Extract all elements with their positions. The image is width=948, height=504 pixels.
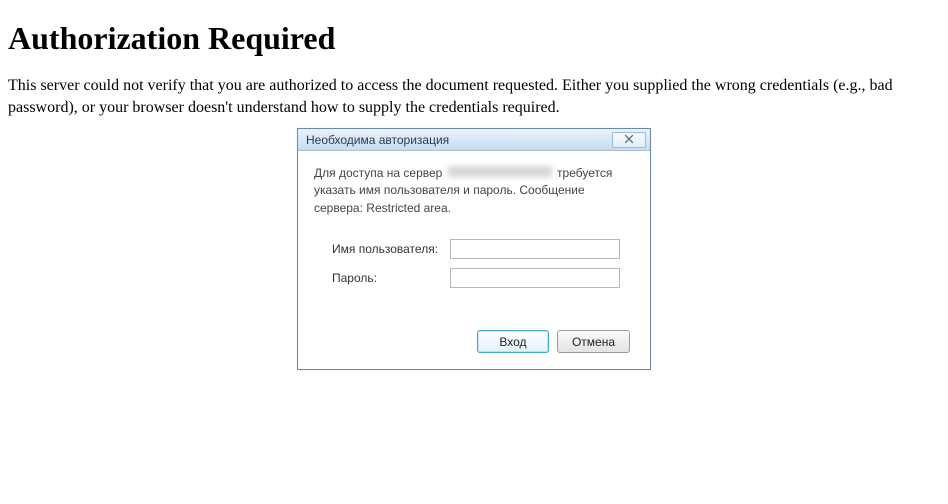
dialog-message: Для доступа на сервер требуется указать …: [314, 165, 634, 217]
cancel-button[interactable]: Отмена: [557, 330, 630, 353]
dialog-footer: Вход Отмена: [314, 330, 634, 353]
username-row: Имя пользователя:: [314, 239, 634, 259]
password-row: Пароль:: [314, 268, 634, 288]
username-label: Имя пользователя:: [332, 242, 450, 256]
password-input[interactable]: [450, 268, 620, 288]
close-icon: [624, 133, 634, 147]
page-message: This server could not verify that you ar…: [8, 75, 940, 118]
dialog-body: Для доступа на сервер требуется указать …: [298, 151, 650, 369]
password-label: Пароль:: [332, 271, 450, 285]
login-button[interactable]: Вход: [477, 330, 549, 353]
auth-dialog: Необходима авторизация Для доступа на се…: [297, 128, 651, 370]
username-input[interactable]: [450, 239, 620, 259]
server-name-redacted: [448, 166, 552, 177]
close-button[interactable]: [612, 132, 646, 148]
page-heading: Authorization Required: [8, 20, 940, 57]
dialog-titlebar[interactable]: Необходима авторизация: [298, 129, 650, 151]
dialog-title: Необходима авторизация: [306, 133, 449, 147]
dialog-message-pre: Для доступа на сервер: [314, 166, 446, 180]
